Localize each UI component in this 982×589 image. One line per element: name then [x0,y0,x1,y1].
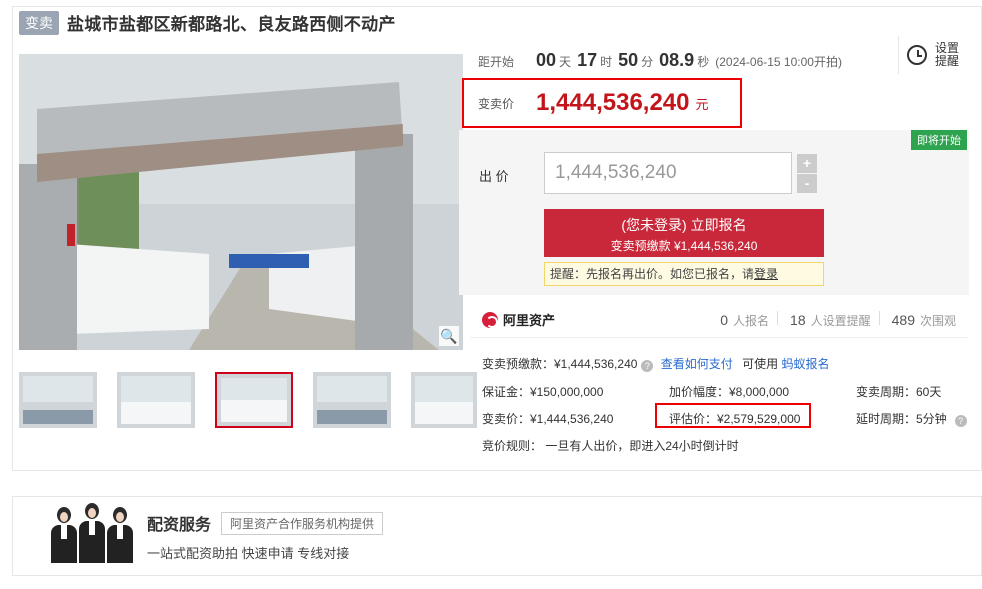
countdown-minutes-unit: 分 [641,55,654,69]
price-label: 变卖价 [478,96,515,111]
financing-provider-badge: 阿里资产合作服务机构提供 [221,512,384,535]
help-icon[interactable]: ? [641,360,654,372]
countdown-seconds-unit: 秒 [697,55,710,69]
bid-amount-input[interactable]: 1,444,536,240 [544,152,792,194]
main-photo[interactable]: 🔍 [19,54,463,350]
stats-bar: 阿里资产 0 人报名 18 人设置提醒 489 次围观 [470,302,968,338]
sale-price-row: 变卖价 1,444,536,240 元 [462,78,742,128]
countdown-minutes: 50 [618,50,639,70]
status-badge: 即将开始 [911,130,967,150]
signup-main-label: (您未登录) 立即报名 [621,217,747,233]
countdown-seconds: 08.9 [659,50,695,70]
thumbnail[interactable] [313,372,391,428]
thumbnail-strip [19,372,477,428]
countdown-days-unit: 天 [559,55,572,69]
search-icon[interactable]: 🔍 [439,326,459,346]
page-title: 盐城市盐都区新都路北、良友路西侧不动产 [67,15,396,34]
bid-panel: 即将开始 出 价 1,444,536,240 + - (您未登录) 立即报名 变… [459,130,969,295]
can-use-text: 可使用 [742,357,779,371]
how-to-pay-link[interactable]: 查看如何支付 [661,357,733,371]
bid-label: 出 价 [479,169,509,184]
price-value: 1,444,536,240 [536,89,690,116]
reminder-label-line2: 提醒 [935,54,960,68]
increase-bid-button[interactable]: + [797,154,817,173]
deposit-row: 变卖预缴款：¥1,444,536,240? 查看如何支付 可使用 蚂蚁报名 [482,355,830,372]
gate-photo-illustration [19,54,463,350]
bidding-rules: 竞价规则： 一旦有人出价，即进入24小时倒计时 [482,439,739,453]
bond-info: 保证金：¥150,000,000 [482,385,604,399]
thumbnail[interactable] [19,372,97,428]
appraisal-info: 评估价：¥2,579,529,000 [669,412,801,426]
countdown: 距开始 00 天 17 时 50 分 08.9 秒 (2024-06-15 10… [478,50,842,71]
login-link[interactable]: 登录 [754,267,778,281]
ali-assets-logo-icon [482,311,498,328]
decrease-bid-button[interactable]: - [797,174,817,193]
signup-deposit-label: 变卖预缴款 ¥1,444,536,240 [610,239,758,253]
alarm-clock-icon [907,45,927,65]
sale-price-info: 变卖价：¥1,444,536,240 [482,412,614,426]
countdown-days: 00 [536,50,557,70]
signup-count: 0 [720,311,729,328]
hint-text: 提醒：先报名再出价。如您已报名，请 [550,267,755,281]
help-icon[interactable]: ? [954,415,967,427]
delay-period-info: 延时周期：5分钟 [856,412,947,426]
signup-button[interactable]: (您未登录) 立即报名 变卖预缴款 ¥1,444,536,240 [544,209,824,257]
countdown-hours: 17 [577,50,598,70]
reminder-count-label: 人设置提醒 [810,313,871,328]
financing-description: 一站式配资助拍 快速申请 专线对接 [147,546,350,561]
price-unit: 元 [695,96,709,112]
financing-title: 配资服务 [147,517,212,534]
increment-info: 加价幅度：¥8,000,000 [669,385,790,399]
delay-period-row: 延时周期：5分钟? [856,410,971,427]
start-time: (2024-06-15 10:00开拍) [715,55,842,69]
consultants-image [51,503,133,563]
deposit-text: 变卖预缴款：¥1,444,536,240 [482,357,638,371]
ant-signup-link[interactable]: 蚂蚁报名 [781,357,829,371]
sale-period-info: 变卖周期：60天 [856,385,942,399]
signup-count-label: 人报名 [733,313,770,328]
brand-name: 阿里资产 [503,313,556,328]
countdown-hours-unit: 时 [600,55,613,69]
financing-service-panel: 配资服务 阿里资产合作服务机构提供 一站式配资助拍 快速申请 专线对接 [12,496,982,576]
thumbnail-active[interactable] [215,372,293,428]
set-reminder-button[interactable]: 设置 提醒 [898,36,968,74]
thumbnail[interactable] [411,372,477,428]
countdown-label: 距开始 [478,55,515,69]
view-count: 489 [891,311,915,328]
thumbnail[interactable] [117,372,195,428]
title-row: 变卖 盐城市盐都区新都路北、良友路西侧不动产 [19,10,396,35]
view-count-label: 次围观 [919,313,956,328]
sale-type-tag: 变卖 [19,10,59,35]
signup-hint: 提醒：先报名再出价。如您已报名，请登录 [544,262,824,286]
reminder-count: 18 [790,311,806,328]
